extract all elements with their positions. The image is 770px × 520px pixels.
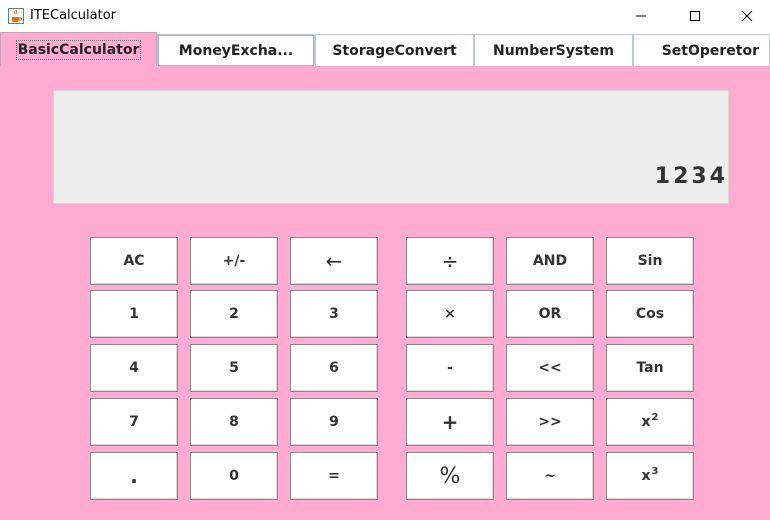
key-label: 6 [329, 360, 339, 376]
digit-3-button[interactable]: 3 [290, 290, 378, 338]
equals-button[interactable]: = [290, 452, 378, 500]
key-label: >> [538, 414, 562, 430]
key-label: 3 [329, 306, 339, 322]
shift-left-button[interactable]: << [506, 344, 594, 392]
key-label: 8 [229, 414, 239, 430]
maximize-button[interactable] [672, 0, 718, 32]
key-label: 9 [329, 414, 339, 430]
key-label: 4 [129, 360, 139, 376]
display-value: 1234 [654, 164, 728, 189]
key-label: 5 [229, 360, 239, 376]
digit-4-button[interactable]: 4 [90, 344, 178, 392]
key-label: = [328, 468, 340, 484]
calculator-panel: 1234 AC +/- ← ÷ AND Sin 1 2 3 × OR Cos 4… [0, 66, 770, 520]
tab-basic-calculator[interactable]: BasicCalculator [0, 32, 157, 66]
digit-9-button[interactable]: 9 [290, 398, 378, 446]
tab-number-system[interactable]: NumberSystem [474, 34, 633, 66]
key-label: . [130, 464, 138, 488]
backspace-button[interactable]: ← [290, 237, 378, 285]
minus-button[interactable]: - [406, 344, 494, 392]
multiply-button[interactable]: × [406, 290, 494, 338]
tab-set-operator[interactable]: SetOperetor [633, 34, 770, 66]
tab-label: MoneyExcha... [178, 42, 294, 59]
key-label: ~ [544, 468, 556, 484]
digit-0-button[interactable]: 0 [190, 452, 278, 500]
square-button[interactable]: x2 [606, 398, 694, 446]
tab-label: BasicCalculator [15, 39, 142, 60]
key-label: 0 [229, 468, 239, 484]
key-label: Sin [637, 253, 663, 269]
key-label: + [441, 410, 459, 434]
title-bar: ITECalculator [0, 0, 770, 32]
backspace-icon: ← [325, 249, 343, 273]
decimal-point-button[interactable]: . [90, 452, 178, 500]
key-label: Tan [636, 360, 664, 376]
exponent-label: 2 [651, 411, 659, 423]
key-label: OR [538, 306, 562, 322]
plus-minus-button[interactable]: +/- [190, 237, 278, 285]
plus-button[interactable]: + [406, 398, 494, 446]
digit-6-button[interactable]: 6 [290, 344, 378, 392]
percent-button[interactable]: % [406, 452, 494, 500]
minimize-icon [636, 15, 646, 17]
bitwise-not-button[interactable]: ~ [506, 452, 594, 500]
window-title: ITECalculator [30, 8, 117, 23]
tab-storage-convert[interactable]: StorageConvert [315, 34, 474, 66]
key-label: 1 [129, 306, 139, 322]
digit-5-button[interactable]: 5 [190, 344, 278, 392]
and-button[interactable]: AND [506, 237, 594, 285]
key-label: << [538, 360, 562, 376]
key-label: AND [532, 253, 568, 269]
key-label: × [444, 306, 456, 322]
java-cup-icon [8, 8, 24, 24]
maximize-icon [690, 11, 700, 21]
cos-button[interactable]: Cos [606, 290, 694, 338]
digit-8-button[interactable]: 8 [190, 398, 278, 446]
key-label: Cos [635, 306, 665, 322]
digit-1-button[interactable]: 1 [90, 290, 178, 338]
sin-button[interactable]: Sin [606, 237, 694, 285]
key-label: x [641, 468, 651, 484]
close-icon [741, 10, 753, 22]
cube-button[interactable]: x3 [606, 452, 694, 500]
close-button[interactable] [724, 0, 770, 32]
key-label: +/- [222, 253, 246, 269]
tab-money-exchange[interactable]: MoneyExcha... [157, 34, 315, 66]
digit-7-button[interactable]: 7 [90, 398, 178, 446]
key-label: % [439, 463, 461, 489]
digit-2-button[interactable]: 2 [190, 290, 278, 338]
tab-label: SetOperetor [661, 42, 759, 59]
key-label: x [641, 414, 651, 430]
clear-button[interactable]: AC [90, 237, 178, 285]
minimize-button[interactable] [618, 0, 664, 32]
exponent-label: 3 [651, 465, 659, 477]
tab-label: StorageConvert [332, 42, 457, 59]
or-button[interactable]: OR [506, 290, 594, 338]
tan-button[interactable]: Tan [606, 344, 694, 392]
tab-label: NumberSystem [492, 42, 614, 59]
display-screen: 1234 [53, 90, 729, 204]
key-label: AC [123, 253, 145, 269]
divide-button[interactable]: ÷ [406, 237, 494, 285]
key-label: ÷ [441, 249, 459, 273]
shift-right-button[interactable]: >> [506, 398, 594, 446]
key-label: 2 [229, 306, 239, 322]
key-label: - [447, 360, 453, 376]
tab-bar: BasicCalculator MoneyExcha... StorageCon… [0, 32, 770, 66]
key-label: 7 [129, 414, 139, 430]
